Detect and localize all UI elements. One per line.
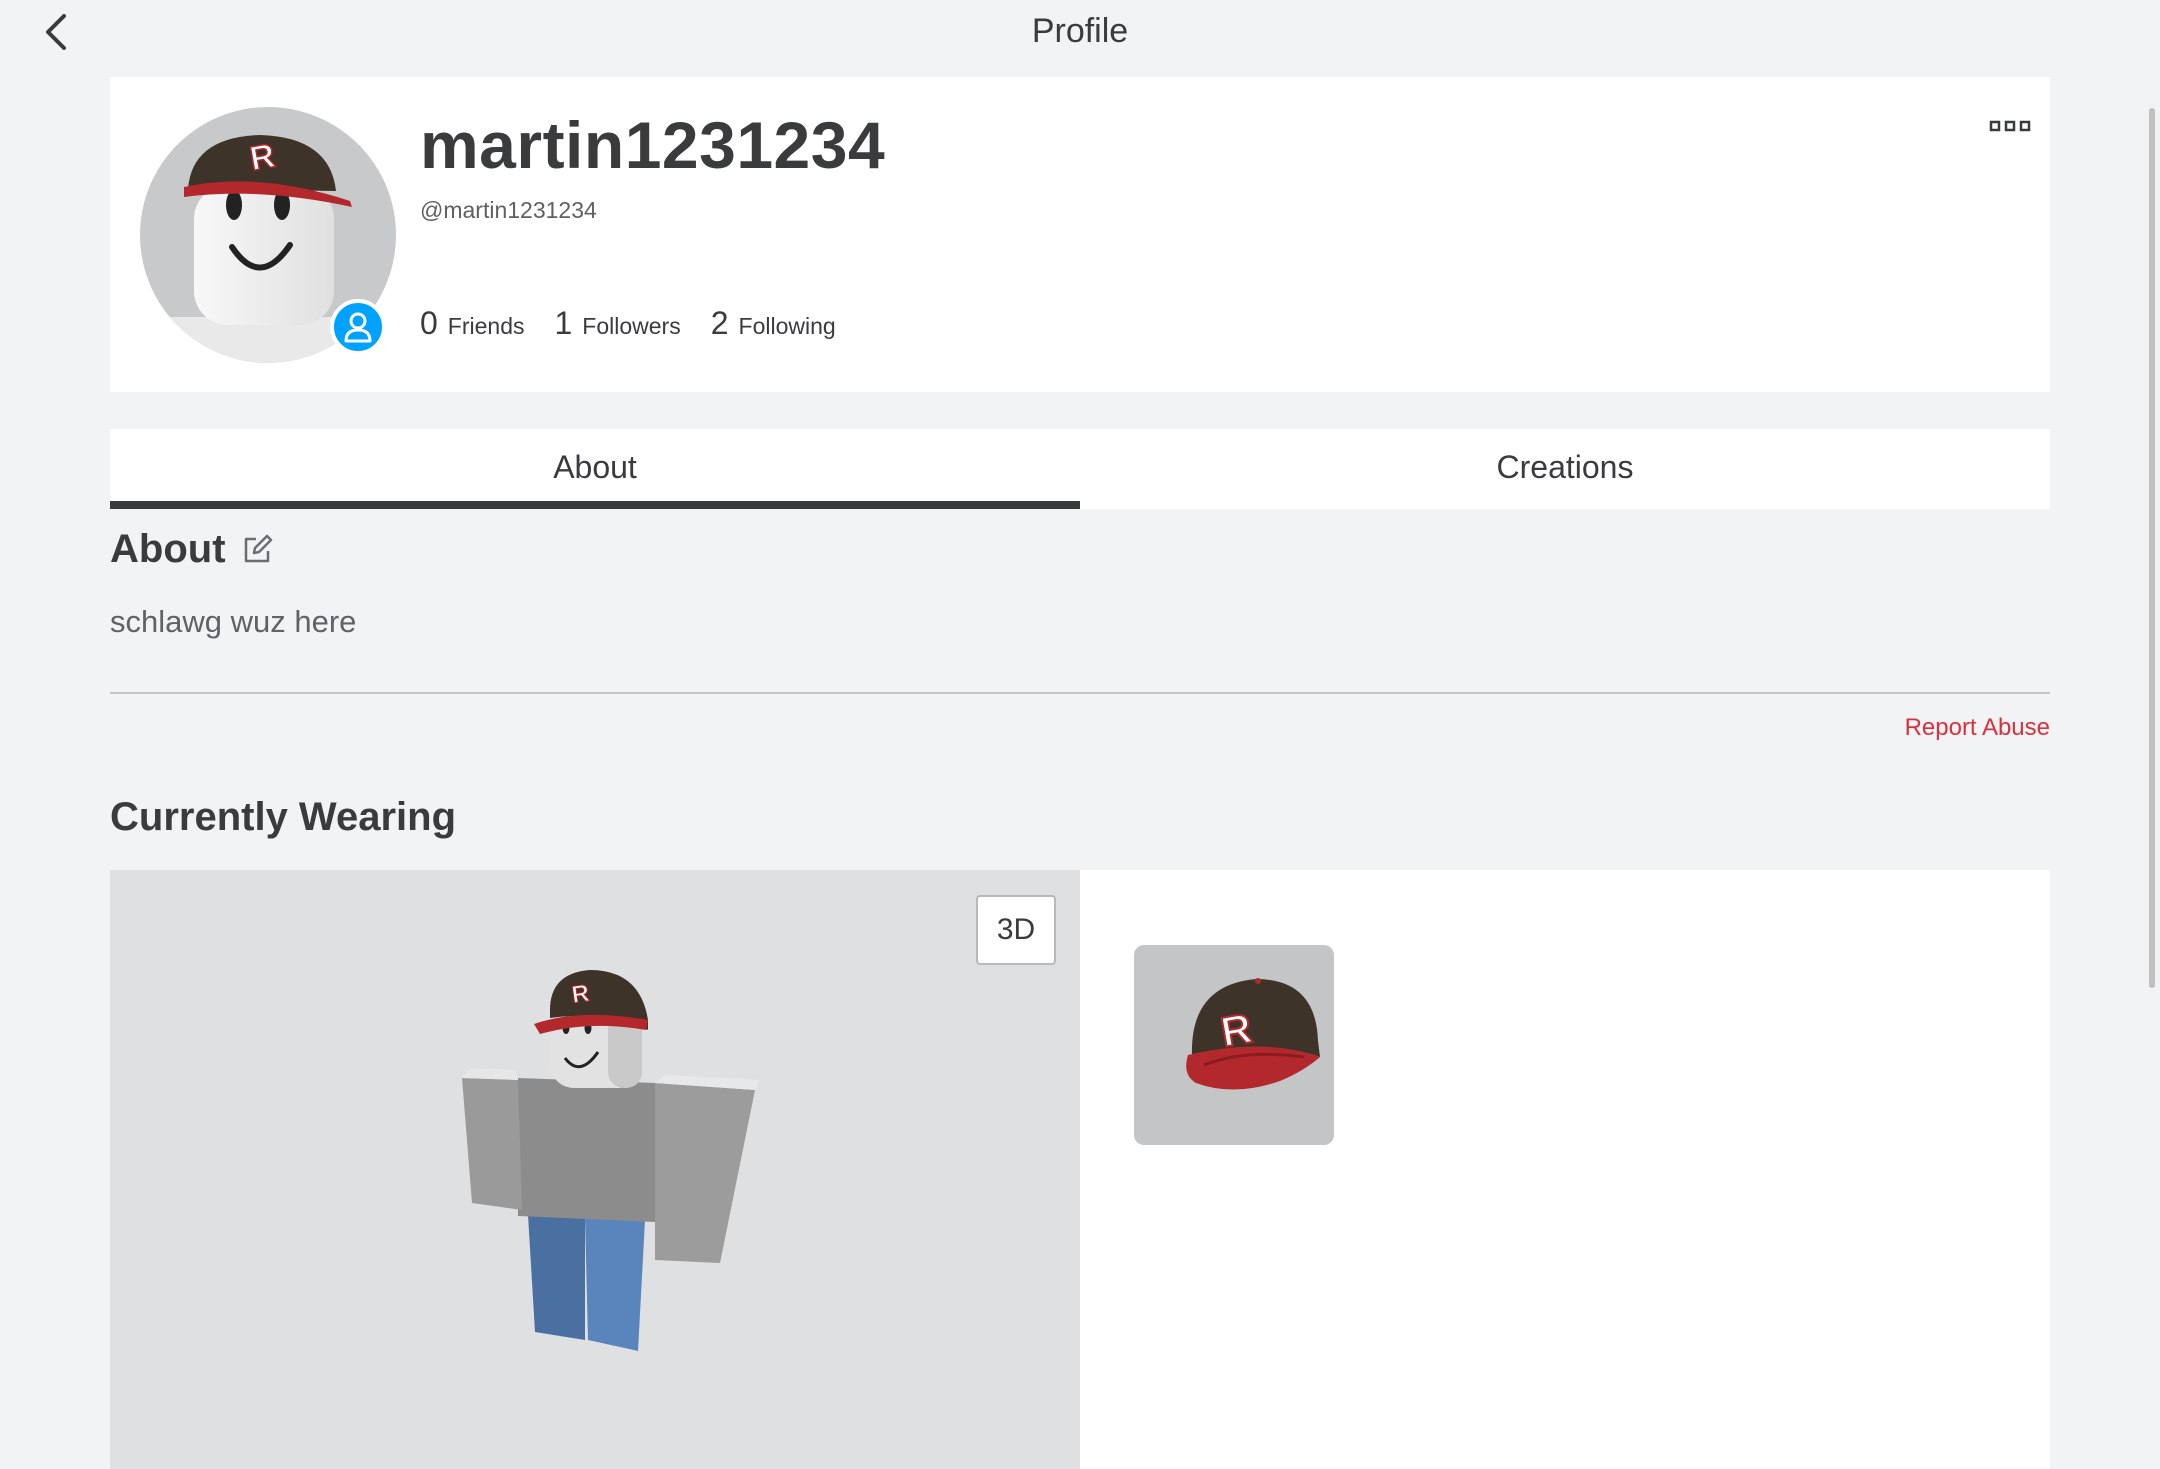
top-bar: Profile (0, 0, 2160, 66)
profile-tabs: About Creations (110, 429, 2050, 509)
about-heading: About (110, 527, 274, 572)
red-r-baseball-cap-icon: R (1186, 978, 1320, 1090)
presence-icon (330, 299, 386, 355)
followers-count: 1 (554, 305, 573, 341)
profile-header-card: R martin1231234 @martin1231234 0 Friends… (110, 77, 2050, 392)
page-title: Profile (1031, 12, 1129, 50)
tab-about[interactable]: About (110, 429, 1080, 509)
username: @martin1231234 (420, 197, 597, 223)
friends-count: 0 (420, 305, 438, 341)
avatar-3d-viewer[interactable]: R 3D (110, 870, 1080, 1469)
edit-icon (244, 534, 272, 562)
followers-link[interactable]: 1 Followers (555, 305, 681, 342)
friends-label: Friends (447, 313, 525, 339)
more-options-button[interactable] (1988, 111, 2032, 141)
about-title: About (110, 527, 226, 571)
tab-creations[interactable]: Creations (1080, 429, 2050, 509)
more-dots-icon (1989, 120, 2031, 132)
social-stats: 0 Friends 1 Followers 2 Following (420, 305, 836, 342)
scrollbar[interactable] (2149, 108, 2155, 988)
edit-about-button[interactable] (240, 533, 274, 567)
report-abuse-link[interactable]: Report Abuse (1905, 714, 2050, 742)
following-count: 2 (710, 305, 729, 341)
toggle-3d-button[interactable]: 3D (976, 895, 1056, 965)
display-name: martin1231234 (420, 108, 886, 182)
about-description: schlawg wuz here (110, 604, 357, 639)
divider (110, 692, 2050, 694)
following-label: Following (738, 313, 836, 339)
avatar-headshot[interactable]: R (140, 107, 396, 363)
wearing-item-thumbnail[interactable]: R (1134, 945, 1334, 1145)
following-link[interactable]: 2 Following (711, 305, 836, 342)
friends-link[interactable]: 0 Friends (420, 305, 525, 342)
avatar-full-body-image: R (462, 970, 760, 1351)
followers-label: Followers (582, 313, 681, 339)
currently-wearing-title: Currently Wearing (110, 795, 456, 839)
wearing-items-panel: R (1080, 870, 2050, 1469)
